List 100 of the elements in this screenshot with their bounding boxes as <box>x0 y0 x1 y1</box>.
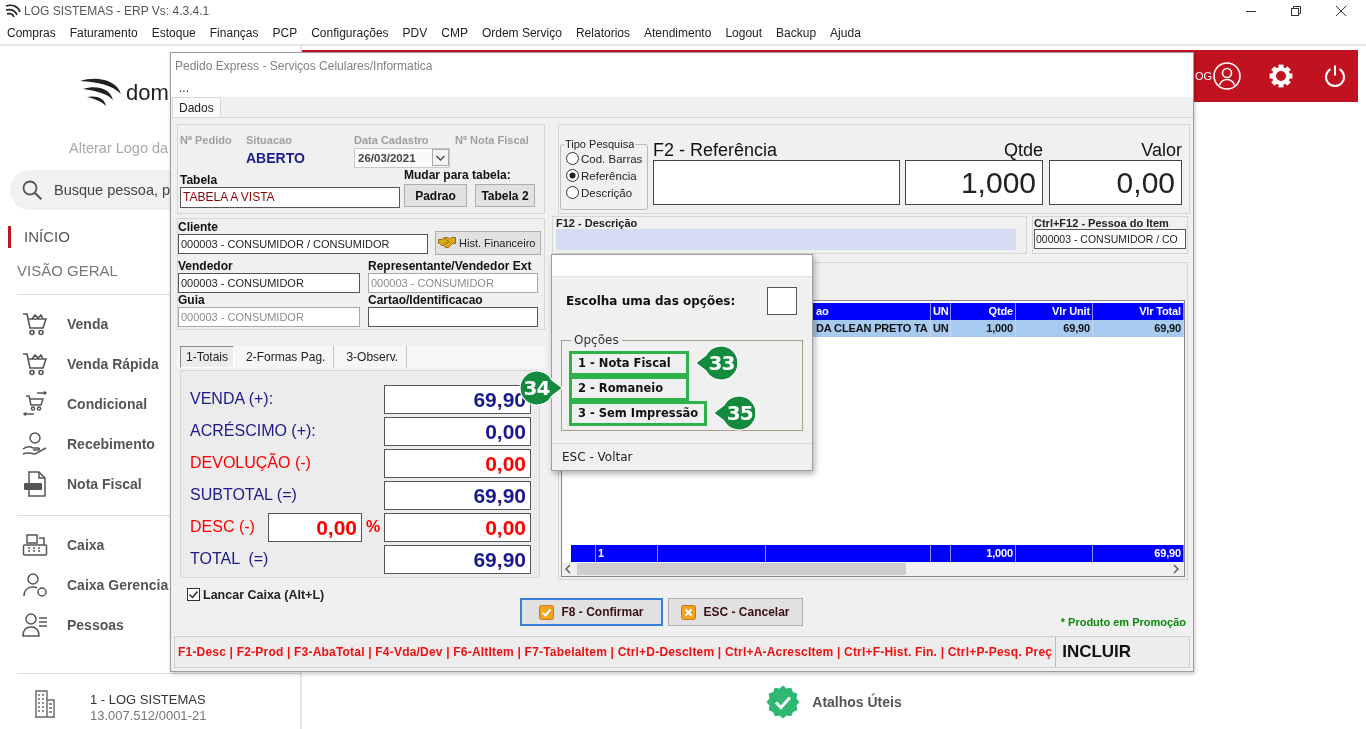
menu-item[interactable]: Faturamento <box>69 26 138 40</box>
total-label: ACRÉSCIMO (+): <box>190 422 316 440</box>
nav-item[interactable]: Recebimento <box>22 424 155 464</box>
search-icon <box>22 180 42 200</box>
nav-item[interactable]: Pessoas <box>22 605 124 645</box>
total-value: 0,00 <box>384 448 531 478</box>
minimize-icon[interactable] <box>1246 10 1256 12</box>
user-name: OG <box>1194 70 1212 82</box>
dropdown-icon[interactable] <box>432 149 449 166</box>
radio-label[interactable]: Descrição <box>581 186 633 199</box>
percent-sign: % <box>365 518 381 536</box>
client-field[interactable]: 000003 - CONSUMIDOR / CONSUMIDOR <box>178 234 428 254</box>
search-field[interactable]: Busque pessoa, p <box>10 170 170 210</box>
history-button[interactable]: Hist. Financeiro <box>435 231 541 255</box>
menu-item[interactable]: Finanças <box>209 26 259 40</box>
cancel-button[interactable]: ESC - Cancelar <box>668 598 803 626</box>
power-icon[interactable] <box>1323 64 1347 88</box>
checkbox[interactable] <box>187 588 200 601</box>
table-cell: 69,90 <box>1093 320 1184 337</box>
settings-icon[interactable] <box>1269 64 1293 88</box>
price-field[interactable]: 0,00 <box>1049 160 1182 205</box>
total-label: SUBTOTAL (=) <box>190 486 297 504</box>
menu-item[interactable]: CMP <box>441 26 468 40</box>
company-name: 1 - LOG SISTEMAS <box>90 692 206 708</box>
option-item[interactable]: 1 - Nota Fiscal <box>569 351 689 376</box>
menu-item[interactable]: Estoque <box>151 26 196 40</box>
input-field[interactable]: 000003 - CONSUMIDOR <box>178 273 360 293</box>
item-person-field[interactable]: 000003 - CONSUMIDOR / CO <box>1034 229 1186 249</box>
tab[interactable]: Dados <box>172 97 221 117</box>
tab[interactable]: 2-Formas Pag. <box>238 346 335 368</box>
menu-ellipsis[interactable]: ... <box>179 81 189 95</box>
checkbox-label[interactable]: Lancar Caixa (Alt+L) <box>203 587 325 602</box>
back-hint[interactable]: ESC - Voltar <box>562 450 633 464</box>
field-label: Guia <box>178 293 205 307</box>
option-item[interactable]: 2 - Romaneio <box>569 376 689 401</box>
nav-section[interactable]: INÍCIO <box>8 226 70 248</box>
menu-item[interactable]: PDV <box>402 26 428 40</box>
menu-item[interactable]: Ordem Serviço <box>481 26 562 40</box>
menu-item[interactable]: Compras <box>7 26 56 40</box>
verified-badge-icon <box>766 685 801 719</box>
field-label: Qtde <box>1003 140 1043 160</box>
shortcut-hints: F1-Desc | F2-Prod | F3-AbaTotal | F4-Vda/Dev | F6-AltItem | F7-TabelaItem | Ctrl+D-DescItem | Ctrl+A-AcrescItem | Ctrl+F-Hist. Fin. | Ctrl+P-Pesq. Preç <box>177 645 1053 659</box>
nav-item[interactable]: Caixa Gerencia <box>22 565 169 605</box>
nav-item[interactable]: Caixa <box>22 525 105 565</box>
confirm-button[interactable]: F8 - Confirmar <box>520 598 663 626</box>
field-label: Nº Pedido <box>180 134 232 146</box>
person-list-icon <box>22 612 48 638</box>
field-label: Cartao/Identificacao <box>368 293 483 307</box>
field-label: Ctrl+F12 - Pessoa do Item <box>1034 217 1169 229</box>
cart-icon <box>22 311 48 337</box>
logo-text: dom <box>126 79 169 107</box>
total-label: VENDA (+): <box>190 390 274 408</box>
menu-item[interactable]: Backup <box>776 26 817 40</box>
company-document: 13.007.512/0001-21 <box>90 708 207 724</box>
nav-section[interactable]: VISÃO GERAL <box>17 260 118 282</box>
field-label: Data Cadastro <box>354 134 429 146</box>
radio-label[interactable]: Referência <box>581 169 637 182</box>
close-icon[interactable] <box>1336 6 1346 16</box>
option-item[interactable]: 3 - Sem Impressão <box>569 401 708 426</box>
prompt-text: Escolha uma das opções: <box>566 294 736 308</box>
answer-box[interactable] <box>767 287 797 315</box>
menu-item[interactable]: Relatorios <box>575 26 630 40</box>
input-field[interactable] <box>368 307 538 327</box>
menu-item[interactable]: Logout <box>725 26 763 40</box>
tab[interactable]: 3-Observ. <box>338 346 408 368</box>
table-button[interactable]: Tabela 2 <box>475 184 535 207</box>
reference-field[interactable] <box>653 160 900 205</box>
radio-button[interactable] <box>566 169 579 182</box>
description-field[interactable] <box>556 229 1016 250</box>
menu-item[interactable]: Ajuda <box>830 26 861 40</box>
field-label: Mudar para tabela: <box>404 168 511 182</box>
table-button[interactable]: Padrao <box>404 184 467 207</box>
restore-icon[interactable] <box>1291 6 1301 16</box>
person-coin-icon <box>22 572 48 598</box>
radio-button[interactable] <box>566 152 579 165</box>
radio-label[interactable]: Cod. Barras <box>581 152 643 165</box>
nav-item[interactable]: Venda Rápida <box>22 344 159 384</box>
menu-item[interactable]: Atendimento <box>644 26 712 40</box>
nav-item[interactable]: Condicional <box>22 384 148 424</box>
price-table-field[interactable]: TABELA A VISTA <box>180 187 400 208</box>
menu-item[interactable]: PCP <box>272 26 298 40</box>
nav-item[interactable]: Nota Fiscal <box>22 464 142 504</box>
document-icon <box>22 471 48 497</box>
nav-item[interactable]: Venda <box>22 304 109 344</box>
chevron-right-icon[interactable] <box>1173 564 1179 574</box>
radio-button[interactable] <box>566 186 579 199</box>
field-label: Representante/Vendedor Ext <box>368 259 532 273</box>
quantity-field[interactable]: 1,000 <box>905 160 1043 205</box>
field-label: Cliente <box>178 220 218 234</box>
chevron-left-icon[interactable] <box>565 564 571 574</box>
total-value: 0,00 <box>384 416 531 446</box>
user-icon[interactable] <box>1213 62 1241 90</box>
date-field[interactable]: 26/03/2021 <box>354 147 450 168</box>
shortcuts-link[interactable]: Atalhos Úteis <box>812 694 902 710</box>
table-cell: UN <box>931 320 951 337</box>
field-label: Tabela <box>180 173 218 187</box>
tab[interactable]: 1-Totais <box>180 346 235 368</box>
percent-field[interactable]: 0,00 <box>268 512 362 542</box>
scrollbar-thumb[interactable] <box>577 563 906 575</box>
menu-item[interactable]: Configurações <box>311 26 389 40</box>
